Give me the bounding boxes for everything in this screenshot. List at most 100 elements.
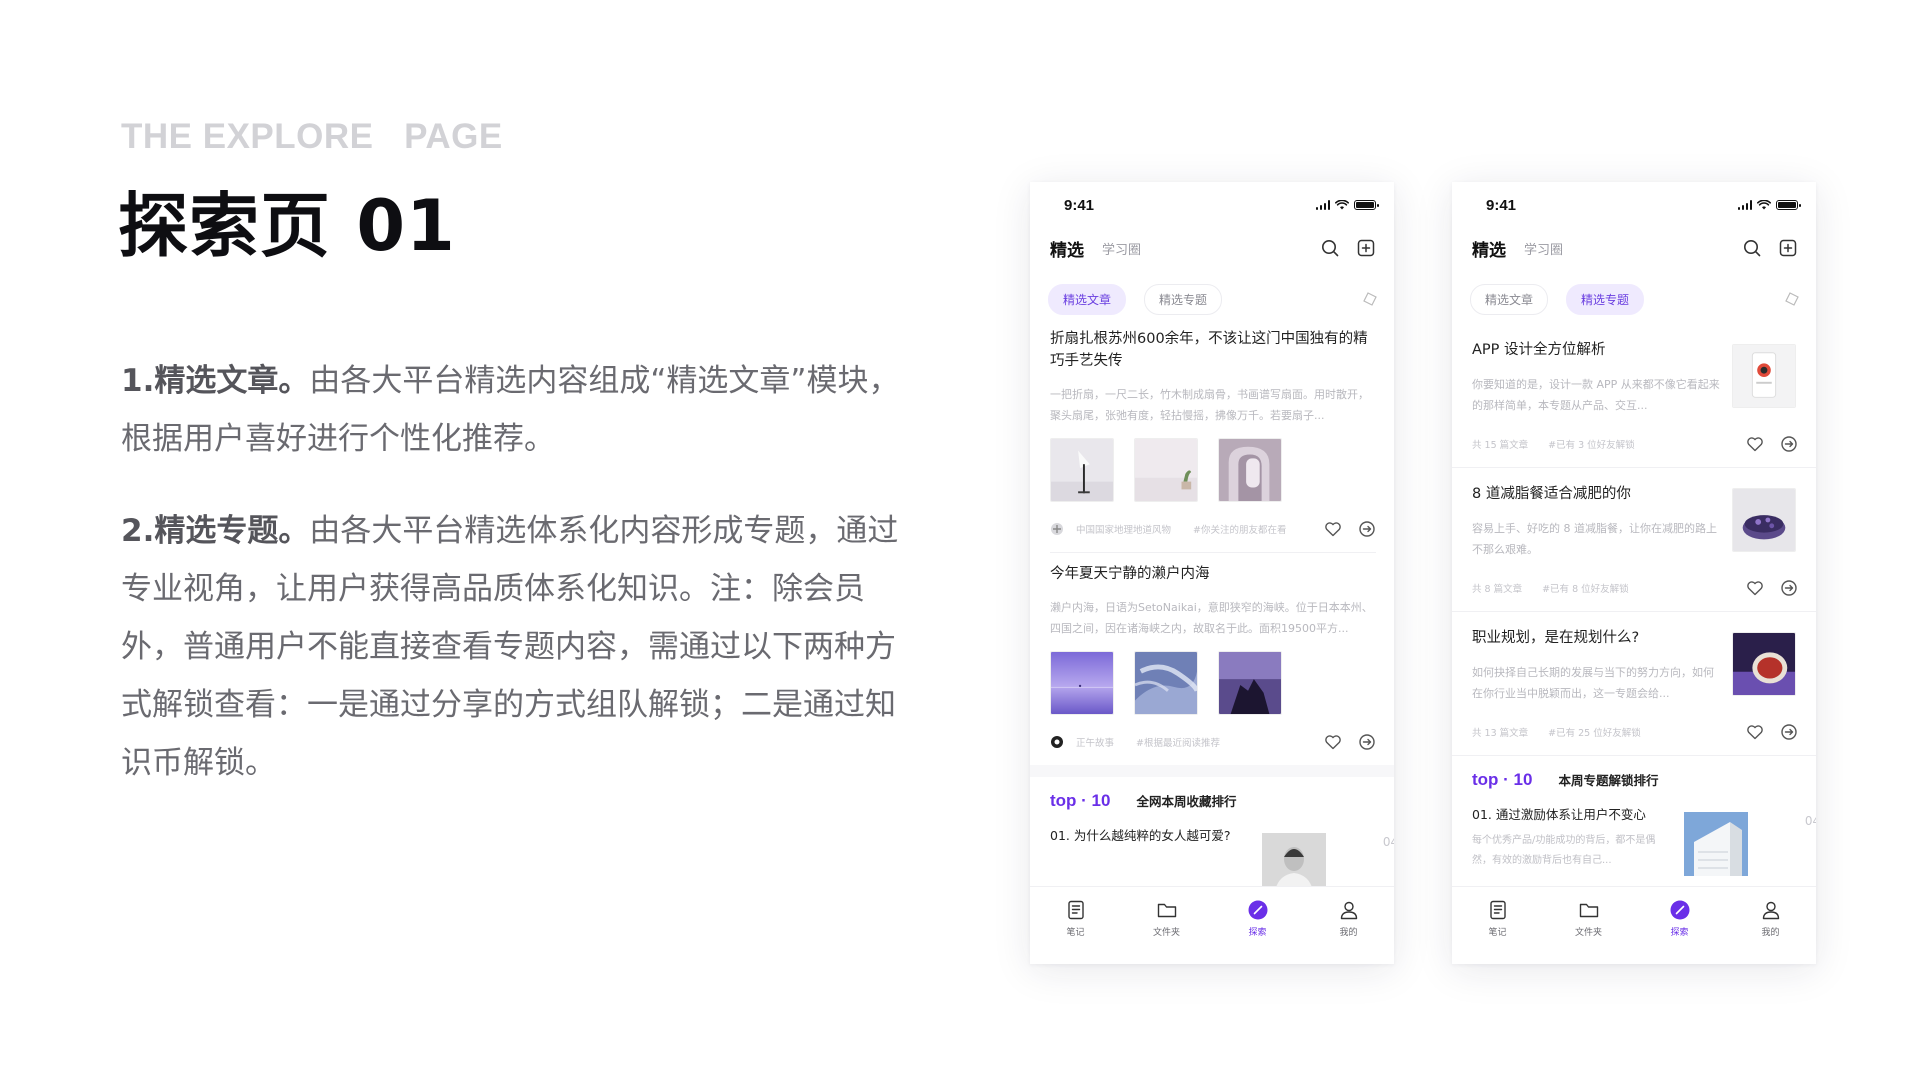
- battery-icon: [1776, 200, 1801, 210]
- top10-subtitle: 本周专题解锁排行: [1558, 774, 1659, 788]
- topic-summary: 你要知道的是，设计一款 APP 从来都不像它看起来的那样简单，本专题从产品、交互…: [1472, 378, 1720, 412]
- heart-icon[interactable]: [1746, 435, 1764, 453]
- topic-card[interactable]: 职业规划，是在规划什么? 如何抉择自己长期的发展与当下的努力方向，如何在你行业当…: [1452, 612, 1816, 756]
- top10-next-index: 04.: [1804, 814, 1816, 828]
- tab-explore[interactable]: 探索: [1228, 899, 1288, 964]
- status-bar: 9:41: [1030, 182, 1394, 228]
- article-card[interactable]: 今年夏天宁静的濑户内海 濑户内海，日语为SetoNaikai，意即狭窄的海峡。位…: [1030, 563, 1394, 765]
- heart-icon[interactable]: [1324, 520, 1342, 538]
- tab-label: 笔记: [1488, 928, 1507, 938]
- page-title: 探索页 01: [118, 185, 456, 267]
- top10-subtitle: 全网本周收藏排行: [1136, 795, 1237, 809]
- article-source[interactable]: 正午故事: [1076, 735, 1114, 749]
- phone-mockup-topics: 9:41 精选 学习圈 精选文章 精选专题 APP 设计全方位解析 你要知道的是…: [1452, 182, 1816, 964]
- tab-study-circle[interactable]: 学习圈: [1524, 239, 1563, 258]
- top10-item[interactable]: 01. 为什么越纯粹的女人越可爱?: [1050, 825, 1394, 844]
- tab-study-circle[interactable]: 学习圈: [1102, 239, 1141, 258]
- topic-summary: 如何抉择自己长期的发展与当下的努力方向，如何在你行业当中脱颖而出，这一专题会给.…: [1472, 666, 1714, 700]
- add-icon[interactable]: [1778, 238, 1798, 258]
- description-2-text: 由各大平台精选体系化内容形成专题，通过专业视角，让用户获得高品质体系化知识。注：…: [121, 513, 899, 781]
- article-summary: 一把折扇，一尺二长，竹木制成扇骨，书画谱写扇面。用时散开，聚头扇尾，张弛有度，轻…: [1050, 388, 1369, 422]
- top10-item[interactable]: 01. 通过激励体系让用户不变心: [1472, 804, 1816, 823]
- topic-meta: 共 13 篇文章 #已有 25 位好友解锁: [1472, 723, 1798, 741]
- chip-featured-topics[interactable]: 精选专题: [1144, 283, 1223, 315]
- notes-icon: [1489, 900, 1506, 920]
- tab-folder[interactable]: 文件夹: [1559, 899, 1619, 964]
- topic-article-count: 共 15 篇文章: [1472, 440, 1529, 451]
- top10-label: top · 10: [1472, 770, 1533, 789]
- article-card[interactable]: 折扇扎根苏州600余年，不该让这门中国独有的精巧手艺失传 一把折扇，一尺二长，竹…: [1030, 328, 1394, 552]
- share-icon[interactable]: [1780, 723, 1798, 741]
- phone-mockup-articles: 9:41 精选 学习圈 精选文章 精选专题 折扇扎根苏州600余年，不该让这门中…: [1030, 182, 1394, 964]
- wifi-icon: [1335, 200, 1349, 210]
- topic-card[interactable]: 8 道减脂餐适合减肥的你 容易上手、好吃的 8 道减脂餐，让你在减肥的路上不那么…: [1452, 468, 1816, 612]
- tab-explore[interactable]: 探索: [1650, 899, 1710, 964]
- app-header: 精选 学习圈: [1452, 228, 1816, 268]
- topic-image[interactable]: [1732, 632, 1796, 696]
- article-image[interactable]: [1218, 438, 1282, 502]
- share-icon[interactable]: [1358, 733, 1376, 751]
- tab-label: 我的: [1339, 928, 1358, 938]
- article-images: [1050, 438, 1376, 502]
- tab-featured[interactable]: 精选: [1050, 236, 1084, 261]
- topic-meta: 共 15 篇文章 #已有 3 位好友解锁: [1472, 435, 1798, 453]
- heart-icon[interactable]: [1746, 579, 1764, 597]
- description-2-heading: 2.精选专题。: [121, 513, 310, 549]
- source-logo-icon: [1051, 523, 1063, 535]
- topic-image[interactable]: [1732, 344, 1796, 408]
- article-title[interactable]: 今年夏天宁静的濑户内海: [1050, 563, 1376, 585]
- description-paragraph-2: 2.精选专题。由各大平台精选体系化内容形成专题，通过专业视角，让用户获得高品质体…: [121, 502, 911, 792]
- heart-icon[interactable]: [1324, 733, 1342, 751]
- article-image[interactable]: [1218, 651, 1282, 715]
- status-time: 9:41: [1064, 196, 1095, 214]
- heart-icon[interactable]: [1746, 723, 1764, 741]
- folder-icon: [1157, 903, 1176, 918]
- chip-featured-topics[interactable]: 精选专题: [1566, 283, 1645, 315]
- search-icon[interactable]: [1320, 238, 1340, 258]
- share-icon[interactable]: [1780, 579, 1798, 597]
- signal-icon: [1315, 200, 1330, 210]
- section-eyebrow: THE EXPLORE PAGE: [121, 117, 503, 156]
- tab-featured[interactable]: 精选: [1472, 236, 1506, 261]
- top10-ranking: top · 10 全网本周收藏排行 01. 为什么越纯粹的女人越可爱? 04.: [1030, 777, 1394, 897]
- search-icon[interactable]: [1742, 238, 1762, 258]
- topic-article-count: 共 13 篇文章: [1472, 728, 1529, 739]
- tab-folder[interactable]: 文件夹: [1137, 899, 1197, 964]
- article-image[interactable]: [1134, 651, 1198, 715]
- topic-unlock-info: #已有 25 位好友解锁: [1548, 728, 1641, 739]
- user-icon: [1762, 901, 1779, 920]
- section-divider: [1030, 765, 1394, 777]
- wifi-icon: [1757, 200, 1771, 210]
- bottom-tab-bar: 笔记 文件夹 探索 我的: [1030, 886, 1394, 964]
- bottom-tab-bar: 笔记 文件夹 探索 我的: [1452, 886, 1816, 964]
- topic-unlock-info: #已有 8 位好友解锁: [1542, 584, 1629, 595]
- article-images: [1050, 651, 1376, 715]
- topic-card[interactable]: APP 设计全方位解析 你要知道的是，设计一款 APP 从来都不像它看起来的那样…: [1452, 324, 1816, 468]
- article-title[interactable]: 折扇扎根苏州600余年，不该让这门中国独有的精巧手艺失传: [1050, 328, 1376, 372]
- share-icon[interactable]: [1358, 520, 1376, 538]
- topic-image[interactable]: [1732, 488, 1796, 552]
- tab-label: 探索: [1670, 928, 1689, 938]
- pin-icon[interactable]: [1784, 291, 1800, 307]
- divider: [1050, 552, 1376, 553]
- share-icon[interactable]: [1780, 435, 1798, 453]
- top10-ranking: top · 10 本周专题解锁排行 01. 通过激励体系让用户不变心 每个优秀产…: [1452, 756, 1816, 876]
- article-image[interactable]: [1050, 438, 1114, 502]
- top10-item-summary: 每个优秀产品/功能成功的背后，都不是偶然，有效的激励背后也有自己...: [1472, 835, 1656, 866]
- top10-next-index: 04.: [1382, 835, 1394, 849]
- status-time: 9:41: [1486, 196, 1517, 214]
- tab-label: 笔记: [1066, 928, 1085, 938]
- tab-profile[interactable]: 我的: [1741, 899, 1801, 964]
- top10-item-image[interactable]: [1684, 812, 1748, 876]
- tab-notes[interactable]: 笔记: [1468, 899, 1528, 964]
- chip-featured-articles[interactable]: 精选文章: [1048, 283, 1127, 315]
- pin-icon[interactable]: [1362, 291, 1378, 307]
- chip-featured-articles[interactable]: 精选文章: [1470, 283, 1549, 315]
- article-source[interactable]: 中国国家地理地道风物: [1076, 522, 1171, 536]
- add-icon[interactable]: [1356, 238, 1376, 258]
- tab-profile[interactable]: 我的: [1319, 899, 1379, 964]
- article-summary: 濑户内海，日语为SetoNaikai，意即狭窄的海峡。位于日本本州、四国之间，因…: [1050, 601, 1373, 635]
- tab-notes[interactable]: 笔记: [1046, 899, 1106, 964]
- article-image[interactable]: [1050, 651, 1114, 715]
- article-image[interactable]: [1134, 438, 1198, 502]
